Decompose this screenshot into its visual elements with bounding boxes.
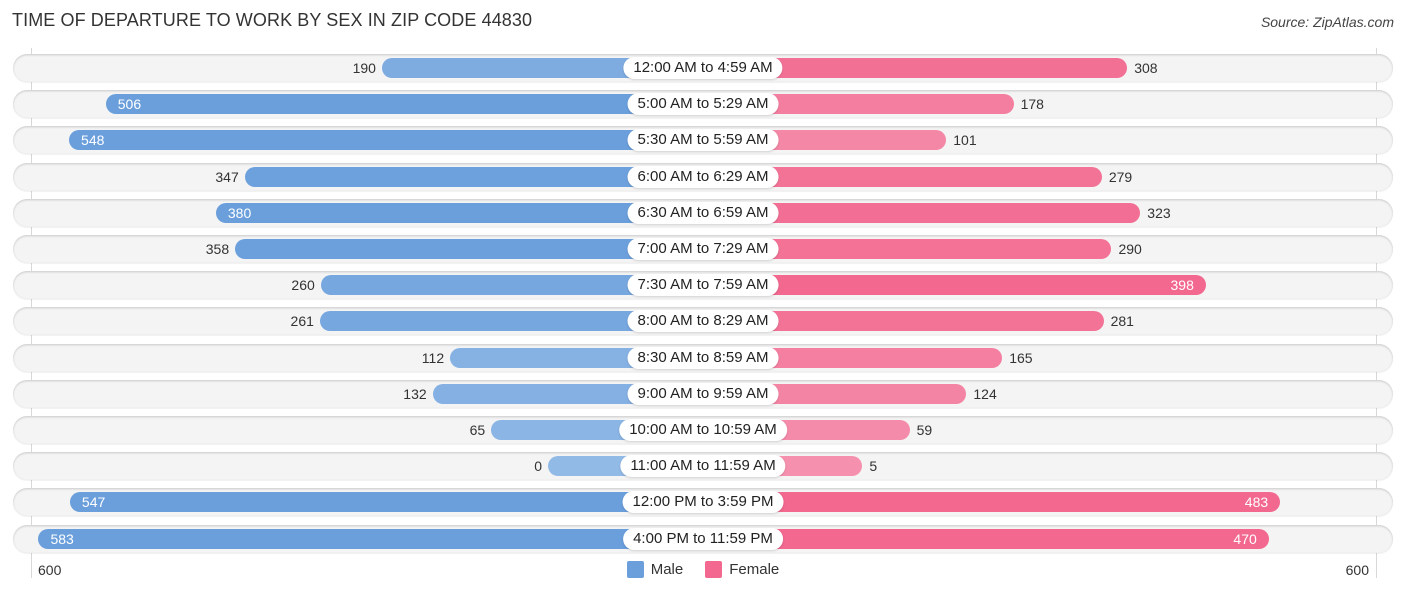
- value-label-female: 178: [1020, 96, 1044, 113]
- category-label: 8:30 AM to 8:59 AM: [627, 346, 779, 369]
- value-label-male: 380: [227, 204, 252, 221]
- value-label-male: 112: [421, 349, 445, 366]
- value-label-female: 5: [869, 458, 878, 475]
- bar-male[interactable]: [105, 94, 703, 115]
- value-label-male: 261: [290, 313, 314, 330]
- value-label-male: 358: [205, 241, 230, 257]
- value-label-male: 347: [215, 168, 239, 185]
- bar-male[interactable]: [38, 528, 703, 549]
- value-label-female: 483: [1244, 494, 1269, 511]
- category-label: 4:00 PM to 11:59 PM: [623, 527, 783, 550]
- chart-title: TIME OF DEPARTURE TO WORK BY SEX IN ZIP …: [12, 10, 533, 30]
- value-label-male: 548: [81, 132, 105, 149]
- category-label: 9:00 AM to 9:59 AM: [627, 382, 779, 405]
- value-label-female: 59: [916, 422, 933, 438]
- value-label-female: 279: [1108, 168, 1133, 185]
- value-label-female: 470: [1233, 530, 1257, 547]
- category-label: 7:30 AM to 7:59 AM: [627, 274, 779, 297]
- category-label: 6:00 AM to 6:29 AM: [627, 165, 779, 188]
- bar-female[interactable]: [703, 528, 1269, 549]
- legend-swatch-female: [705, 561, 723, 578]
- value-label-male: 506: [117, 96, 142, 113]
- category-label: 12:00 AM to 4:59 AM: [623, 57, 783, 79]
- value-label-female: 281: [1110, 313, 1134, 330]
- category-label: 11:00 AM to 11:59 AM: [620, 455, 786, 478]
- legend-swatch-male: [626, 561, 644, 578]
- category-label: 7:00 AM to 7:29 AM: [627, 238, 779, 260]
- category-label: 10:00 AM to 10:59 AM: [619, 419, 787, 441]
- value-label-female: 290: [1118, 241, 1142, 257]
- value-label-female: 308: [1134, 60, 1158, 76]
- bar-male[interactable]: [69, 492, 703, 513]
- value-label-female: 323: [1147, 204, 1171, 221]
- value-label-male: 260: [291, 277, 315, 294]
- legend-label-female: Female: [729, 561, 780, 578]
- value-label-male: 583: [50, 530, 74, 547]
- category-label: 12:00 PM to 3:59 PM: [622, 491, 784, 514]
- value-label-male: 0: [534, 458, 542, 475]
- category-label: 8:00 AM to 8:29 AM: [627, 310, 779, 333]
- value-label-female: 124: [973, 385, 997, 402]
- legend-item-female[interactable]: Female: [705, 561, 779, 578]
- value-label-male: 132: [403, 385, 427, 402]
- bar-male[interactable]: [69, 130, 703, 151]
- value-label-male: 65: [469, 422, 486, 438]
- value-label-female: 398: [1170, 277, 1194, 294]
- category-label: 5:30 AM to 5:59 AM: [627, 129, 779, 152]
- bar-female[interactable]: [703, 492, 1281, 513]
- legend: Male Female: [0, 561, 1406, 578]
- legend-item-male[interactable]: Male: [626, 561, 684, 578]
- source-label: Source: ZipAtlas.com: [1260, 14, 1394, 30]
- value-label-female: 165: [1009, 349, 1033, 366]
- value-label-female: 101: [953, 132, 977, 149]
- category-label: 6:30 AM to 6:59 AM: [627, 201, 779, 224]
- category-label: 5:00 AM to 5:29 AM: [627, 93, 779, 116]
- value-label-male: 547: [81, 494, 106, 511]
- legend-label-male: Male: [650, 561, 684, 578]
- value-label-male: 190: [352, 60, 376, 76]
